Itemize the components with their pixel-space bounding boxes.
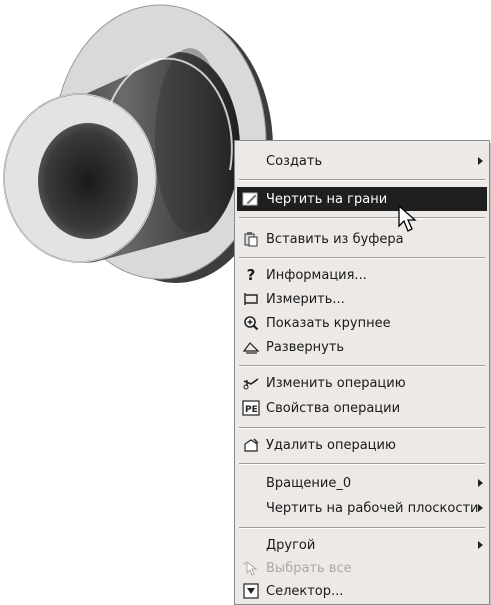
menu-item-other[interactable]: Другой [237, 533, 487, 557]
selector-icon [242, 583, 260, 599]
menu-item-label: Создать [266, 153, 323, 169]
menu-item-measure[interactable]: Измерить... [237, 287, 487, 311]
properties-icon: PE [242, 400, 260, 416]
menu-separator [239, 365, 485, 367]
menu-item-create[interactable]: Создать [237, 149, 487, 173]
menu-item-label: Показать крупнее [266, 315, 391, 331]
select-all-icon: * [242, 560, 260, 576]
sketch-pencil-icon [242, 191, 260, 207]
menu-item-sketch-on-workplane[interactable]: Чертить на рабочей плоскости [237, 496, 487, 520]
menu-item-sketch-on-face[interactable]: Чертить на грани [237, 187, 487, 211]
menu-item-label: Изменить операцию [266, 375, 406, 391]
menu-item-revolution[interactable]: Вращение_0 [237, 471, 487, 495]
mouse-cursor-icon [398, 205, 417, 232]
menu-item-select-all[interactable]: * Выбрать все [237, 556, 487, 580]
menu-item-label: Измерить... [266, 291, 345, 307]
menu-separator [239, 463, 485, 465]
menu-item-edit-feature[interactable]: Изменить операцию [237, 371, 487, 395]
paste-icon [242, 231, 260, 247]
menu-item-label: Селектор... [266, 583, 344, 599]
menu-item-label: Вставить из буфера [266, 231, 404, 247]
menu-item-label: Чертить на грани [266, 191, 388, 207]
submenu-arrow-icon [478, 479, 483, 487]
menu-item-paste[interactable]: Вставить из буфера [237, 227, 487, 251]
rollback-icon [242, 339, 260, 355]
context-menu: Создать Чертить на грани Вставить из буф… [234, 140, 490, 605]
zoom-in-icon [242, 315, 260, 331]
svg-text:PE: PE [245, 405, 258, 415]
hub-back-edge [155, 48, 225, 232]
menu-item-delete-feature[interactable]: Удалить операцию [237, 433, 487, 457]
menu-item-zoom-in[interactable]: Показать крупнее [237, 311, 487, 335]
menu-separator [239, 427, 485, 429]
menu-item-label: Другой [266, 537, 316, 553]
menu-item-label: Свойства операции [266, 400, 401, 416]
submenu-arrow-icon [478, 157, 483, 165]
menu-item-feature-properties[interactable]: PE Свойства операции [237, 396, 487, 420]
menu-item-label: Информация... [266, 267, 367, 283]
delete-feature-icon [242, 437, 260, 453]
hub-hole [38, 123, 138, 239]
submenu-arrow-icon [478, 541, 483, 549]
menu-item-label: Удалить операцию [266, 437, 396, 453]
measure-icon [242, 291, 260, 307]
menu-separator [239, 217, 485, 219]
menu-item-label: Выбрать все [266, 560, 352, 576]
submenu-arrow-icon [478, 504, 483, 512]
menu-separator [239, 527, 485, 529]
menu-item-label: Вращение_0 [266, 475, 352, 491]
edit-feature-icon [242, 375, 260, 391]
menu-item-selector[interactable]: Селектор... [237, 579, 487, 603]
menu-item-label: Чертить на рабочей плоскости [266, 500, 479, 516]
svg-text:*: * [243, 561, 247, 569]
question-mark-icon: ? [246, 266, 256, 284]
menu-separator [239, 257, 485, 259]
menu-item-information[interactable]: ? Информация... [237, 263, 487, 287]
menu-separator [239, 179, 485, 181]
menu-item-rollback[interactable]: Развернуть [237, 335, 487, 359]
menu-item-label: Развернуть [266, 339, 345, 355]
